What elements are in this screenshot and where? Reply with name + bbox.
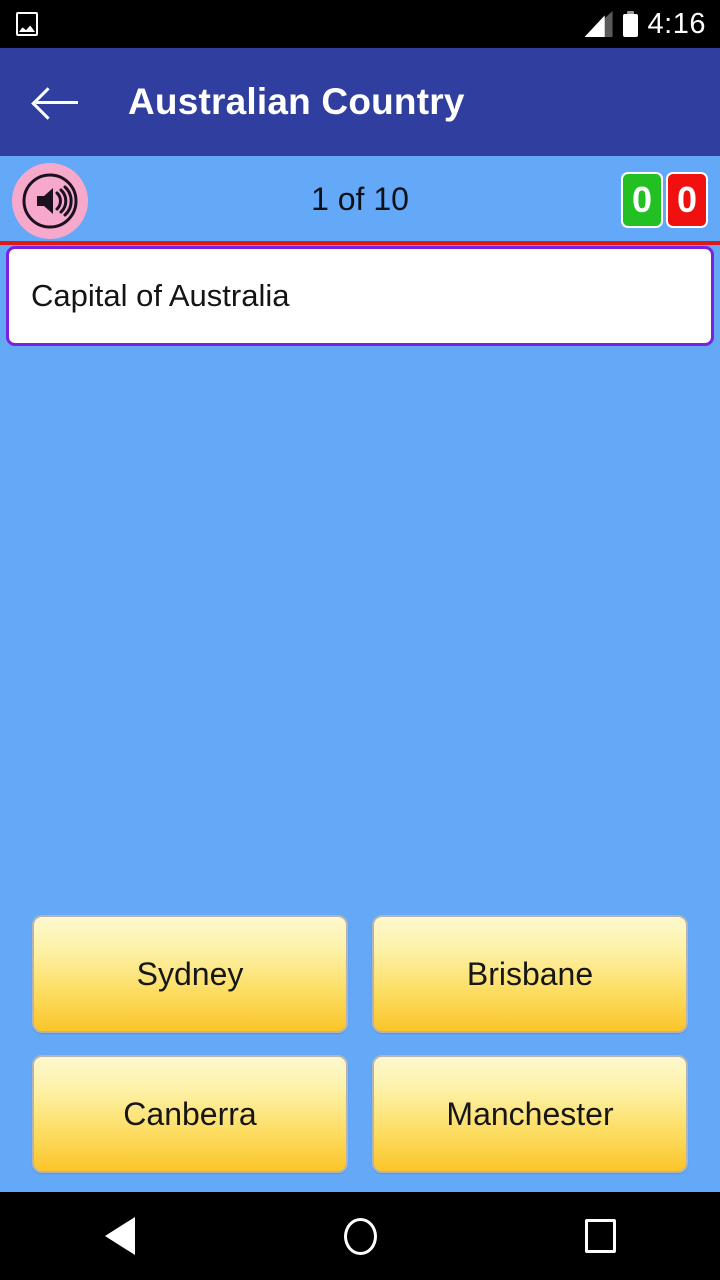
- photo-icon: [16, 12, 38, 36]
- status-bar-system-icons: 4:16: [584, 7, 706, 40]
- nav-home-button[interactable]: [305, 1192, 415, 1280]
- nav-recents-button[interactable]: [545, 1192, 655, 1280]
- app-bar: Australian Country: [0, 48, 720, 156]
- answer-option-4[interactable]: Manchester: [372, 1055, 688, 1173]
- android-nav-bar: [0, 1192, 720, 1280]
- nav-back-button[interactable]: [65, 1192, 175, 1280]
- status-bar-notifications: [16, 12, 38, 36]
- score-correct-badge: 0: [621, 172, 663, 228]
- answer-option-1[interactable]: Sydney: [32, 915, 348, 1033]
- divider: [0, 241, 720, 245]
- quiz-info-bar: 1 of 10 0 0: [0, 156, 720, 242]
- recents-square-icon: [584, 1219, 616, 1253]
- answer-options-grid: Sydney Brisbane Canberra Manchester: [32, 915, 688, 1173]
- question-card: Capital of Australia: [6, 246, 714, 346]
- question-text: Capital of Australia: [31, 278, 290, 313]
- home-circle-icon: [343, 1217, 377, 1255]
- answer-option-2[interactable]: Brisbane: [372, 915, 688, 1033]
- signal-bars-icon: [584, 11, 613, 37]
- speaker-volume-icon[interactable]: [12, 163, 88, 239]
- back-arrow-icon[interactable]: [28, 73, 86, 131]
- question-progress-label: 1 of 10: [311, 180, 409, 217]
- battery-full-icon: [622, 11, 638, 37]
- score-group: 0 0: [621, 172, 708, 228]
- status-bar: 4:16: [0, 0, 720, 48]
- page-title: Australian Country: [128, 81, 465, 122]
- phone-screen: 4:16 Australian Country 1 of 10 0 0 Capi…: [0, 0, 720, 1280]
- status-bar-clock: 4:16: [647, 7, 706, 40]
- score-wrong-badge: 0: [666, 172, 708, 228]
- back-triangle-icon: [105, 1217, 135, 1255]
- answer-option-3[interactable]: Canberra: [32, 1055, 348, 1173]
